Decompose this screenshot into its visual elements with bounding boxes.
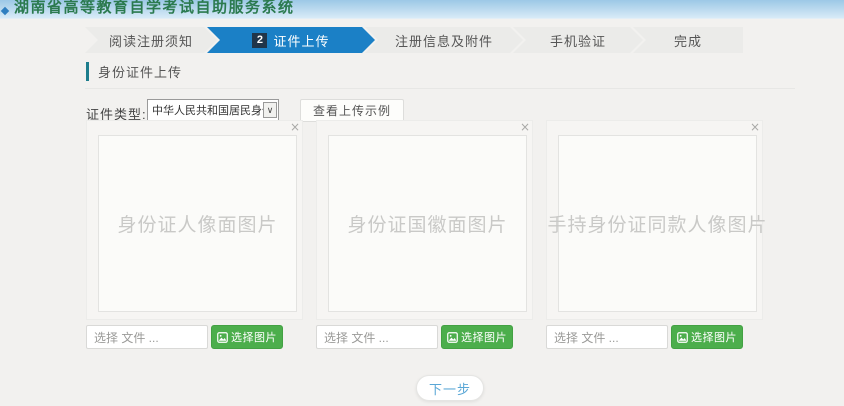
image-icon <box>677 332 688 343</box>
section-accent-bar <box>86 62 89 81</box>
file-row: 选择 文件 ... 选择图片 <box>86 325 303 349</box>
file-input-text: 选择 文件 ... <box>554 329 619 346</box>
select-image-button[interactable]: 选择图片 <box>671 325 743 349</box>
step-phone-verify[interactable]: 手机验证 <box>513 27 643 53</box>
file-input-field[interactable]: 选择 文件 ... <box>546 325 668 349</box>
select-image-label: 选择图片 <box>691 329 737 345</box>
emblem-side-dropzone[interactable]: 身份证国徽面图片 <box>328 135 527 312</box>
upload-unit-portrait-side: × 身份证人像面图片 选择 文件 ... 选择图片 <box>86 120 303 349</box>
file-input-text: 选择 文件 ... <box>324 329 389 346</box>
step-label: 手机验证 <box>550 31 606 50</box>
select-image-label: 选择图片 <box>231 329 277 345</box>
upload-panel: × 身份证人像面图片 <box>86 120 303 320</box>
file-input-field[interactable]: 选择 文件 ... <box>86 325 208 349</box>
step-certificate-upload-current[interactable]: 2 证件上传 <box>207 27 375 53</box>
step-read-notice[interactable]: 阅读注册须知 <box>85 27 217 53</box>
cert-type-selected-value: 中华人民共和国居民身份证 <box>148 102 263 118</box>
upload-units-row: × 身份证人像面图片 选择 文件 ... 选择图片 × 身份证国徽面图 <box>86 120 763 349</box>
example-button-label: 查看上传示例 <box>313 102 391 119</box>
registration-stepper: 阅读注册须知 2 证件上传 注册信息及附件 手机验证 完成 <box>85 27 743 53</box>
logo-icon <box>1 7 9 15</box>
step-complete[interactable]: 完成 <box>633 27 743 53</box>
dropzone-placeholder: 身份证人像面图片 <box>117 210 277 237</box>
select-image-button[interactable]: 选择图片 <box>211 325 283 349</box>
file-input-field[interactable]: 选择 文件 ... <box>316 325 438 349</box>
top-title-band: 湖南省高等教育自学考试自助服务系统 <box>0 0 844 19</box>
select-image-label: 选择图片 <box>461 329 507 345</box>
file-row: 选择 文件 ... 选择图片 <box>316 325 533 349</box>
next-step-button[interactable]: 下一步 <box>416 375 484 401</box>
upload-unit-emblem-side: × 身份证国徽面图片 选择 文件 ... 选择图片 <box>316 120 533 349</box>
step-label: 证件上传 <box>273 31 329 50</box>
step-registration-info[interactable]: 注册信息及附件 <box>365 27 523 53</box>
upload-panel: × 身份证国徽面图片 <box>316 120 533 320</box>
section-title: 身份证件上传 <box>98 62 182 81</box>
dropzone-placeholder: 手持身份证同款人像图片 <box>548 210 768 237</box>
section-header: 身份证件上传 <box>86 62 182 81</box>
close-icon[interactable]: × <box>290 122 300 132</box>
close-icon[interactable]: × <box>750 122 760 132</box>
section-divider <box>85 88 795 89</box>
portrait-side-dropzone[interactable]: 身份证人像面图片 <box>98 135 297 312</box>
step-label: 完成 <box>674 31 702 50</box>
next-step-label: 下一步 <box>429 379 471 398</box>
view-upload-example-button[interactable]: 查看上传示例 <box>300 99 404 122</box>
upload-unit-handheld: × 手持身份证同款人像图片 选择 文件 ... 选择图片 <box>546 120 763 349</box>
upload-panel: × 手持身份证同款人像图片 <box>546 120 763 320</box>
close-icon[interactable]: × <box>520 122 530 132</box>
handheld-dropzone[interactable]: 手持身份证同款人像图片 <box>558 135 757 312</box>
step-number-badge: 2 <box>252 33 267 48</box>
dropzone-placeholder: 身份证国徽面图片 <box>347 210 507 237</box>
image-icon <box>447 332 458 343</box>
cert-type-select[interactable]: 中华人民共和国居民身份证 ∨ <box>147 99 279 121</box>
step-label: 注册信息及附件 <box>395 31 493 50</box>
dropdown-arrow-icon: ∨ <box>263 102 277 118</box>
image-icon <box>217 332 228 343</box>
file-input-text: 选择 文件 ... <box>94 329 159 346</box>
step-label: 阅读注册须知 <box>109 31 193 50</box>
system-title: 湖南省高等教育自学考试自助服务系统 <box>14 0 844 17</box>
file-row: 选择 文件 ... 选择图片 <box>546 325 763 349</box>
select-image-button[interactable]: 选择图片 <box>441 325 513 349</box>
